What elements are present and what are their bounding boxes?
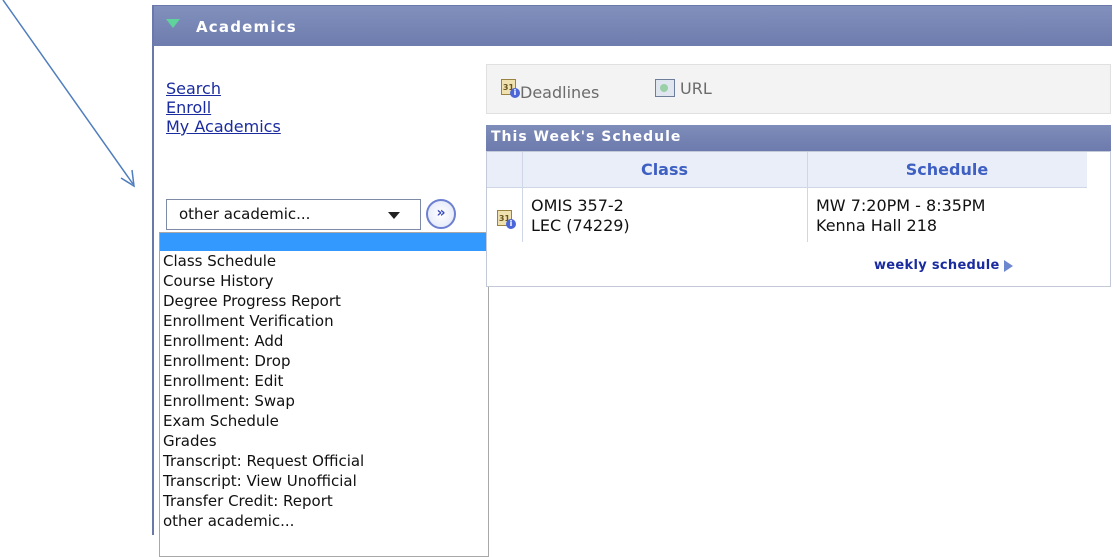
list-item[interactable]: Transcript: View Unofficial bbox=[160, 471, 488, 491]
list-item[interactable]: Course History bbox=[160, 271, 488, 291]
other-academic-select[interactable]: other academic... bbox=[166, 199, 421, 230]
pagelet-title: Academics bbox=[196, 18, 297, 36]
list-item[interactable]: Enrollment: Drop bbox=[160, 351, 488, 371]
list-item[interactable]: Enrollment: Edit bbox=[160, 371, 488, 391]
list-item[interactable]: Enrollment: Add bbox=[160, 331, 488, 351]
weekly-schedule-link[interactable]: weekly schedule bbox=[874, 258, 1013, 273]
dropdown-list[interactable]: Class Schedule Course History Degree Pro… bbox=[159, 232, 489, 557]
list-item[interactable]: Enrollment Verification bbox=[160, 311, 488, 331]
search-link[interactable]: Search bbox=[166, 79, 281, 98]
calendar-info-icon: 31 i bbox=[501, 79, 520, 98]
dropdown-caret-icon[interactable] bbox=[388, 212, 400, 219]
go-button[interactable]: » bbox=[426, 199, 456, 229]
list-item[interactable]: Degree Progress Report bbox=[160, 291, 488, 311]
icon-column-header bbox=[487, 152, 522, 188]
list-item[interactable]: Transcript: Request Official bbox=[160, 451, 488, 471]
schedule-time: MW 7:20PM - 8:35PM bbox=[816, 196, 986, 215]
schedule-table: Class Schedule 31 i OMIS 357-2 LEC (74229… bbox=[486, 151, 1111, 287]
list-item-blank-selected[interactable] bbox=[160, 233, 488, 251]
schedule-title: This Week's Schedule bbox=[491, 129, 682, 145]
pagelet-header: Academics bbox=[154, 6, 1112, 46]
class-cell: OMIS 357-2 LEC (74229) bbox=[531, 196, 630, 236]
url-link[interactable]: URL bbox=[655, 79, 712, 98]
deadlines-label: Deadlines bbox=[520, 83, 600, 102]
class-column-header: Class bbox=[522, 152, 807, 188]
weekly-schedule-label: weekly schedule bbox=[874, 258, 1000, 273]
column-divider bbox=[522, 152, 523, 242]
list-item[interactable]: Exam Schedule bbox=[160, 411, 488, 431]
class-section: LEC (74229) bbox=[531, 216, 630, 235]
list-item[interactable]: other academic... bbox=[160, 511, 488, 531]
list-item[interactable]: Class Schedule bbox=[160, 251, 488, 271]
deadlines-link[interactable]: 31 i Deadlines bbox=[501, 79, 599, 102]
schedule-cell: MW 7:20PM - 8:35PM Kenna Hall 218 bbox=[816, 196, 985, 236]
list-item[interactable]: Transfer Credit: Report bbox=[160, 491, 488, 511]
url-icon bbox=[655, 79, 675, 97]
list-item[interactable]: Grades bbox=[160, 431, 488, 451]
schedule-column-header: Schedule bbox=[807, 152, 1087, 188]
academic-links: Search Enroll My Academics bbox=[166, 79, 281, 136]
schedule-location: Kenna Hall 218 bbox=[816, 216, 938, 235]
expand-triangle-icon[interactable] bbox=[166, 19, 180, 28]
schedule-header: This Week's Schedule bbox=[486, 125, 1111, 151]
list-item[interactable]: Enrollment: Swap bbox=[160, 391, 488, 411]
enroll-link[interactable]: Enroll bbox=[166, 98, 281, 117]
play-triangle-icon bbox=[1003, 260, 1013, 272]
calendar-info-icon[interactable]: 31 i bbox=[497, 210, 516, 229]
academics-pagelet: Academics Search Enroll My Academics oth… bbox=[152, 5, 1112, 557]
my-academics-link[interactable]: My Academics bbox=[166, 117, 281, 136]
url-label: URL bbox=[680, 79, 712, 98]
select-value: other academic... bbox=[179, 205, 311, 223]
pagelet-toolbar: 31 i Deadlines URL bbox=[486, 64, 1111, 114]
column-divider bbox=[807, 152, 808, 242]
class-code: OMIS 357-2 bbox=[531, 196, 624, 215]
